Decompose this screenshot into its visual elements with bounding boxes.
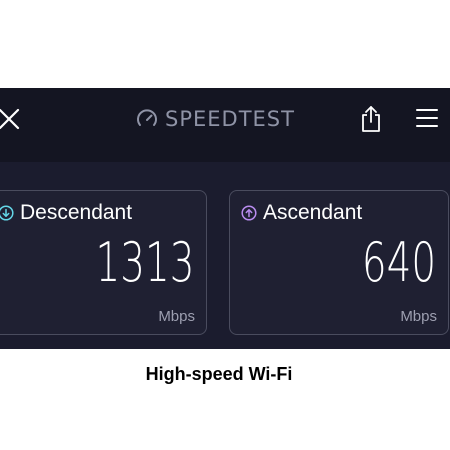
upload-header: Ascendant xyxy=(241,202,362,223)
top-bar: SPEEDTEST xyxy=(0,88,450,162)
hamburger-menu-icon[interactable] xyxy=(416,107,438,129)
speedtest-logo: SPEEDTEST xyxy=(135,104,295,134)
speedtest-app: SPEEDTEST Descendant 1313 Mbps Ascendant… xyxy=(0,88,450,349)
caption: High-speed Wi-Fi xyxy=(145,364,293,384)
share-icon[interactable] xyxy=(359,105,383,133)
logo-text: SPEEDTEST xyxy=(165,106,295,131)
arrow-up-circle-icon xyxy=(241,204,257,221)
upload-card[interactable]: Ascendant 640 Mbps xyxy=(229,190,449,335)
download-unit: Mbps xyxy=(158,308,195,325)
download-speed-value: 1313 xyxy=(95,231,194,294)
download-card[interactable]: Descendant 1313 Mbps xyxy=(0,190,207,335)
download-label: Descendant xyxy=(20,201,133,224)
arrow-down-circle-icon xyxy=(0,204,14,221)
close-icon[interactable] xyxy=(0,104,24,134)
upload-label: Ascendant xyxy=(263,201,363,224)
upload-unit: Mbps xyxy=(400,308,437,325)
speedometer-icon xyxy=(137,109,157,126)
screenshot-stage: SPEEDTEST Descendant 1313 Mbps Ascendant… xyxy=(0,0,450,450)
upload-speed-value: 640 xyxy=(361,231,436,294)
download-header: Descendant xyxy=(0,202,132,223)
